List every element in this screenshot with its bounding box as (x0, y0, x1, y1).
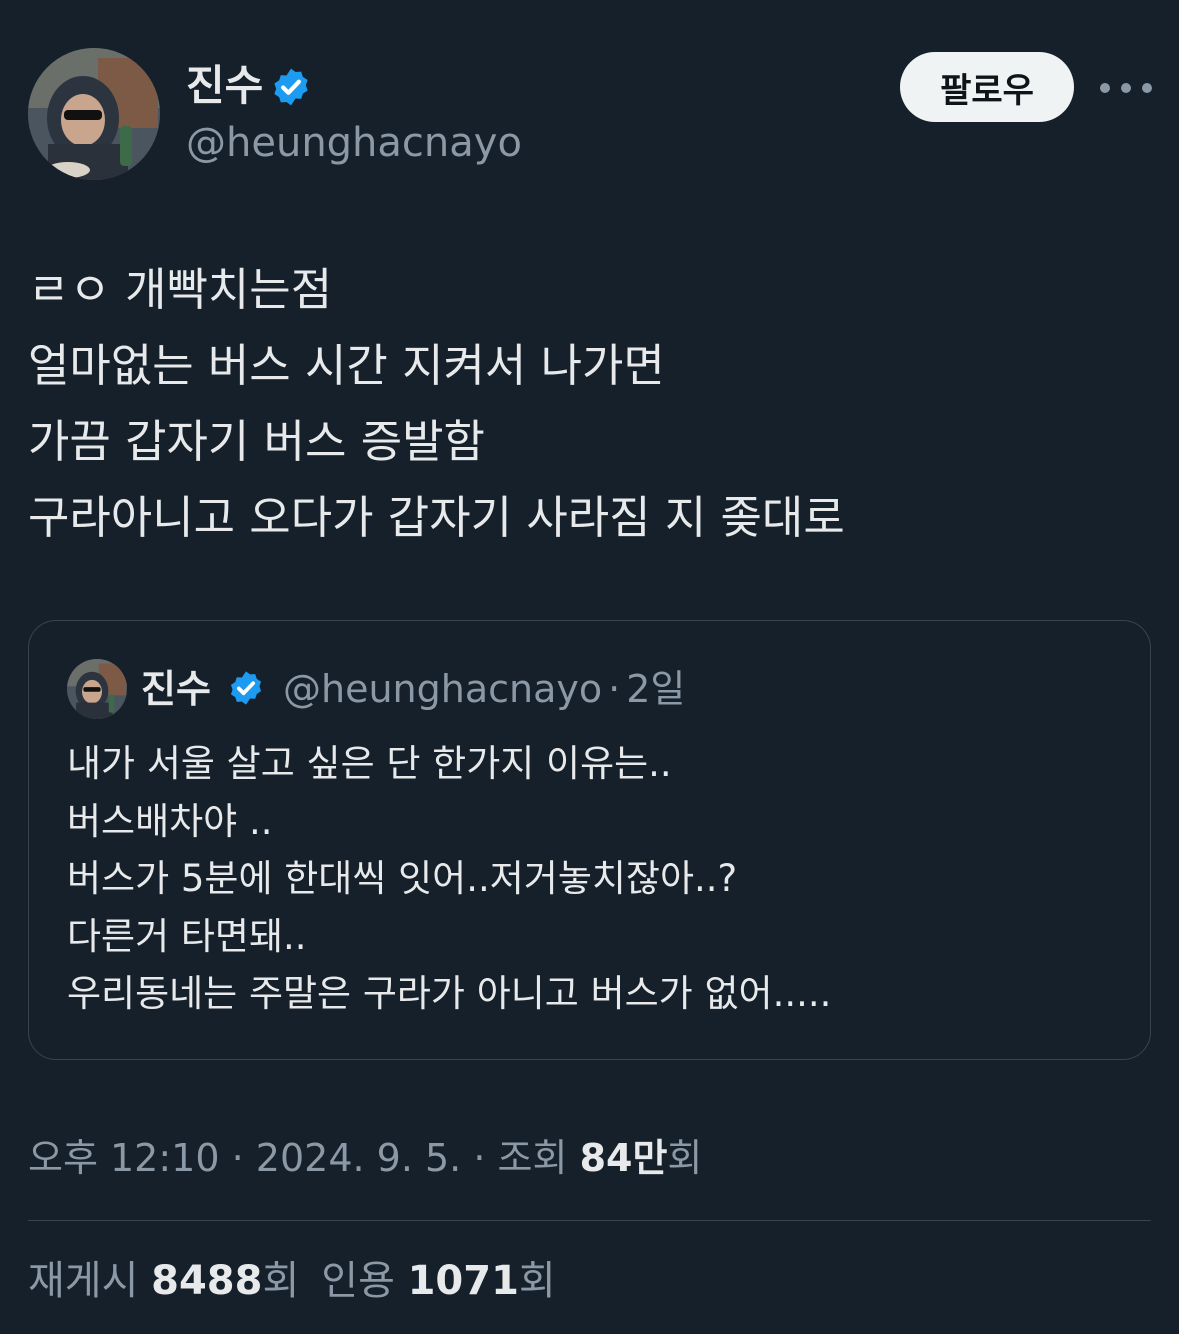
quotes-unit: 회 (518, 1258, 556, 1304)
quotes-label: 인용 (321, 1258, 395, 1304)
reposts-unit: 회 (262, 1258, 300, 1304)
more-options-icon[interactable] (1100, 70, 1152, 106)
quoted-text-line: 버스배차야 .. (67, 799, 273, 843)
meta-separator: · (231, 1136, 244, 1180)
reposts-count: 8488 (151, 1258, 263, 1304)
tweet-time[interactable]: 오후 12:10 (28, 1136, 220, 1180)
tweet-text-line: ㄹㅇ 개빡치는점 (28, 263, 333, 316)
quotes-stat[interactable]: 인용 1071회 (321, 1258, 555, 1304)
tweet-text-line: 가끔 갑자기 버스 증발함 (28, 415, 485, 468)
quoted-author-name: 진수 (141, 667, 211, 711)
quoted-meta: @heunghacnayo · 2일 (283, 665, 685, 713)
views-label: 조회 (497, 1136, 568, 1180)
dot (1142, 83, 1152, 93)
views-count: 84만 (579, 1136, 668, 1180)
avatar-photo (28, 48, 160, 180)
dot (1100, 83, 1110, 93)
tweet-detail: 진수 @heunghacnayo 팔로우 ㄹㅇ 개빡치는점 얼마없는 버스 시간… (0, 0, 1179, 1334)
quoted-age: 2일 (626, 667, 686, 711)
views-unit: 회 (667, 1136, 703, 1180)
tweet-text-line: 구라아니고 오다가 갑자기 사라짐 지 좆대로 (28, 491, 845, 544)
verified-badge-icon (274, 68, 308, 106)
quoted-author-handle: @heunghacnayo (283, 667, 603, 711)
tweet-meta: 오후 12:10 · 2024. 9. 5. · 조회 84만회 (28, 1132, 702, 1184)
divider (28, 1220, 1151, 1221)
quoted-text-line: 내가 서울 살고 싶은 단 한가지 이유는.. (67, 742, 672, 785)
quotes-count: 1071 (407, 1258, 519, 1304)
author-avatar[interactable] (28, 48, 160, 180)
meta-separator: · (608, 667, 621, 711)
quoted-text-line: 우리동네는 주말은 구라가 아니고 버스가 없어..... (67, 972, 832, 1015)
tweet-date[interactable]: 2024. 9. 5. (256, 1136, 461, 1180)
avatar-photo (67, 659, 127, 719)
reposts-label: 재게시 (28, 1258, 139, 1304)
tweet-text: ㄹㅇ 개빡치는점 얼마없는 버스 시간 지켜서 나가면 가끔 갑자기 버스 증발… (28, 252, 1148, 556)
verified-badge-icon (230, 671, 262, 705)
dot (1121, 83, 1131, 93)
author-name[interactable]: 진수 (186, 60, 263, 112)
author-handle[interactable]: @heunghacnayo (186, 118, 522, 168)
meta-separator: · (473, 1136, 486, 1180)
tweet-stats: 재게시 8488회 인용 1071회 (28, 1254, 556, 1308)
quoted-text-line: 다른거 타면돼.. (67, 914, 307, 958)
quoted-author-avatar (67, 659, 127, 719)
follow-button[interactable]: 팔로우 (900, 52, 1074, 122)
quoted-text: 내가 서울 살고 싶은 단 한가지 이유는.. 버스배차야 .. 버스가 5분에… (67, 735, 831, 1023)
tweet-text-line: 얼마없는 버스 시간 지켜서 나가면 (28, 339, 665, 392)
quoted-tweet-card[interactable]: 진수 @heunghacnayo · 2일 내가 서울 살고 싶은 단 한가지 이유… (28, 620, 1151, 1060)
quoted-text-line: 버스가 5분에 한대씩 잇어..저거놓치잖아..? (67, 857, 738, 900)
reposts-stat[interactable]: 재게시 8488회 (28, 1258, 299, 1304)
